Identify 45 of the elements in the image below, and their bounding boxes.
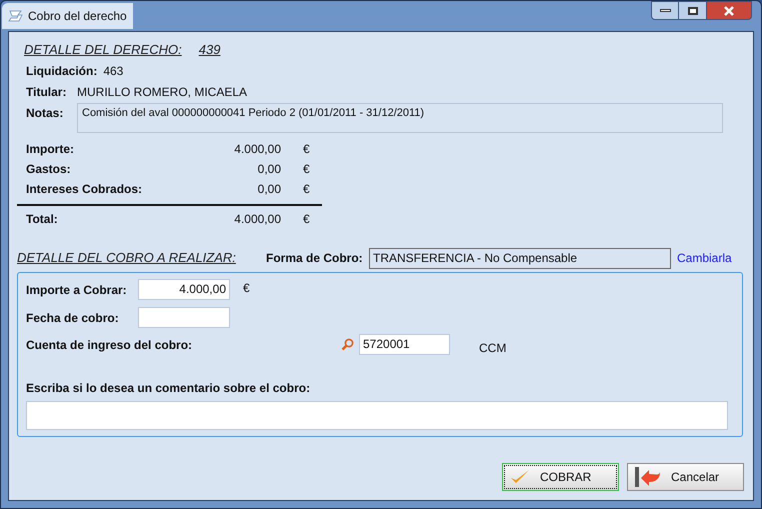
window-title: Cobro del derecho (28, 8, 127, 25)
comment-input[interactable] (26, 401, 728, 430)
field-label: Titular: (26, 84, 68, 100)
maximize-button[interactable] (679, 1, 706, 20)
checkmark-icon (510, 469, 530, 485)
notes-box: Comisión del aval 000000000041 Periodo 2 (01/01/2011 - 31/12/2011) (77, 103, 723, 133)
back-arrow-icon (635, 466, 661, 488)
account-input[interactable]: 5720001 (359, 334, 450, 355)
field-label: Escriba si lo desea un comentario sobre el cobro: (26, 381, 310, 395)
amount-value: 0,00 (256, 181, 281, 198)
field-label: Liquidación: (26, 62, 98, 80)
currency-symbol: € (303, 161, 310, 178)
field-label: Importe a Cobrar: (26, 282, 128, 298)
field-label: Notas: (26, 105, 64, 122)
total-value: 4.000,00 (233, 211, 281, 228)
date-input[interactable] (138, 307, 230, 328)
account-suffix: CCM (479, 340, 506, 357)
amount-value: 4.000,00 (233, 141, 281, 158)
close-icon (723, 6, 735, 16)
currency-symbol: € (243, 280, 250, 296)
app-logo-icon (8, 10, 24, 22)
field-value: 463 (103, 62, 124, 80)
amount-value: 0,00 (256, 161, 281, 178)
amount-label: Gastos: (26, 161, 72, 178)
section-heading: DETALLE DEL DERECHO: (24, 41, 182, 60)
search-icon[interactable] (341, 338, 354, 351)
cancel-button[interactable]: Cancelar (627, 463, 744, 491)
currency-symbol: € (303, 141, 310, 158)
close-button[interactable] (706, 1, 752, 20)
amount-label: Intereses Cobrados: (26, 181, 144, 198)
total-label: Total: (26, 211, 59, 228)
currency-symbol: € (303, 211, 310, 228)
field-value: MURILLO ROMERO, MICAELA (77, 84, 248, 100)
amount-input[interactable]: 4.000,00 (138, 279, 230, 300)
amount-label: Importe: (26, 141, 75, 158)
accept-button[interactable]: COBRAR (502, 463, 619, 491)
minimize-button[interactable] (651, 1, 679, 20)
section-heading: DETALLE DEL COBRO A REALIZAR: (17, 249, 237, 268)
field-label: Cuenta de ingreso del cobro: (26, 336, 194, 354)
field-label: Fecha de cobro: (26, 310, 120, 326)
payment-method-field: TRANSFERENCIA - No Compensable (369, 248, 671, 268)
field-label: Forma de Cobro: (266, 250, 364, 267)
change-link[interactable]: Cambiarla (677, 249, 732, 267)
currency-symbol: € (303, 181, 310, 198)
record-number: 439 (198, 41, 220, 60)
